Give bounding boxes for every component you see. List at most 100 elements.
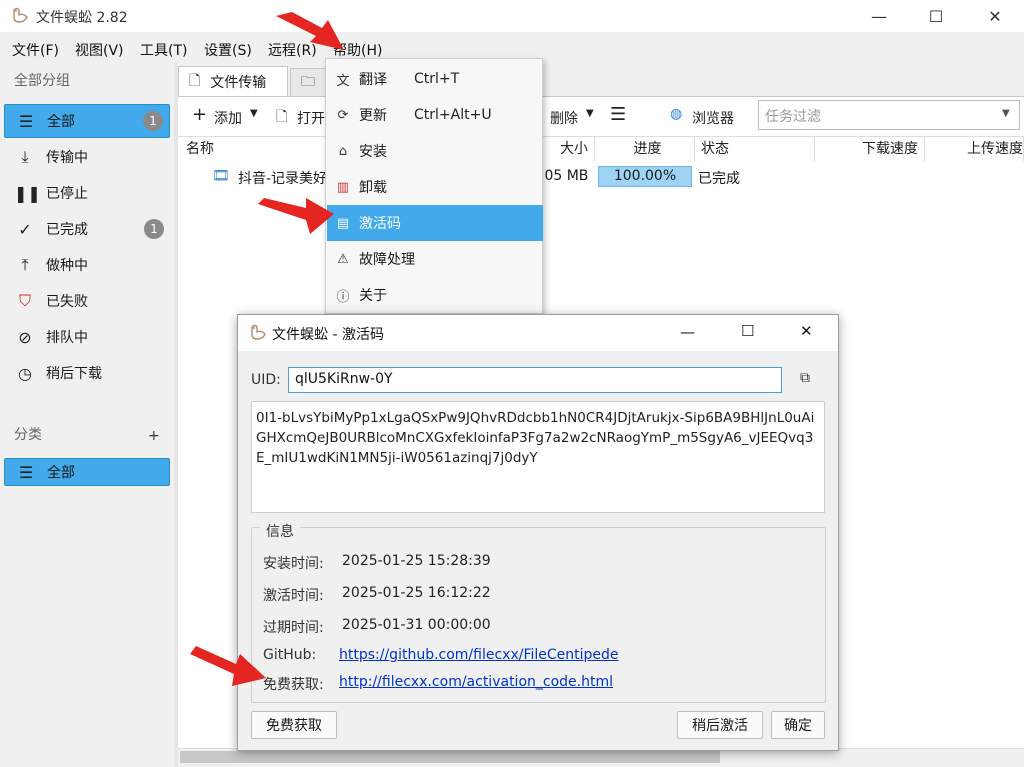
sidebar-item-label: 已停止 — [46, 186, 88, 202]
sidebar-item-stopped[interactable]: ❚❚ 已停止 — [4, 176, 170, 210]
delete-button[interactable]: 删除 — [550, 108, 578, 128]
row-size: .05 MB — [540, 168, 589, 184]
sidebar-item-completed[interactable]: ✓ 已完成 1 — [4, 212, 170, 246]
scrollbar-thumb[interactable] — [180, 751, 720, 763]
help-menu: 文 翻译 Ctrl+T ⟳ 更新 Ctrl+Alt+U ⌂ 安装 ▥ 卸载 ▤ … — [325, 58, 543, 314]
sidebar-item-label: 传输中 — [46, 150, 88, 166]
menu-view[interactable]: 视图(V) — [75, 40, 124, 60]
copy-icon[interactable]: ⧉ — [800, 370, 810, 386]
free-get-button[interactable]: 免费获取 — [251, 711, 337, 739]
tab-file-transfer[interactable]: 🗋 文件传输 — [178, 66, 288, 96]
globe-icon: ◍ — [670, 106, 683, 122]
alert-icon: ⚠ — [337, 251, 349, 267]
row-status: 已完成 — [698, 171, 740, 187]
download-icon: ⤓ — [21, 147, 29, 166]
maximize-button[interactable]: ☐ — [913, 0, 959, 32]
category-item-label: 全部 — [47, 465, 75, 481]
count-badge: 1 — [143, 111, 163, 131]
chevron-down-icon: ▼ — [586, 108, 594, 119]
expire-time-value: 2025-01-31 00:00:00 — [342, 617, 491, 633]
open-button[interactable]: 打开 — [297, 108, 325, 128]
minimize-button[interactable]: — — [856, 0, 902, 32]
home-icon: ⌂ — [338, 143, 348, 159]
activate-later-button[interactable]: 稍后激活 — [677, 711, 763, 739]
menu-item-update[interactable]: ⟳ 更新 Ctrl+Alt+U — [327, 97, 543, 133]
sidebar-item-all[interactable]: ☰ 全部 1 — [4, 104, 170, 138]
menu-item-label: 安装 — [359, 144, 387, 160]
uninstall-icon: ▥ — [336, 179, 350, 195]
menu-item-label: 卸载 — [359, 180, 387, 196]
menu-item-troubleshoot[interactable]: ⚠ 故障处理 — [327, 241, 543, 277]
sidebar-item-seeding[interactable]: ⤒ 做种中 — [4, 248, 170, 282]
app-logo-icon — [13, 7, 28, 23]
document-icon: ▤ — [336, 215, 350, 231]
menu-item-label: 激活码 — [359, 216, 401, 232]
clock-icon: ◷ — [18, 363, 32, 383]
tab-second[interactable]: 🗀 — [290, 68, 326, 96]
sidebar-item-label: 稍后下载 — [46, 366, 102, 382]
dialog-maximize-button[interactable]: ☐ — [741, 322, 754, 340]
menu-item-label: 更新 — [359, 108, 387, 124]
task-filter-input[interactable]: 任务过滤 — [758, 100, 1020, 130]
ok-button[interactable]: 确定 — [771, 711, 825, 739]
list-icon: ☰ — [18, 111, 34, 131]
groups-header: 全部分组 — [14, 73, 70, 89]
sidebar-item-label: 做种中 — [46, 258, 88, 274]
menu-item-about[interactable]: ⓘ 关于 — [327, 277, 543, 313]
info-icon: ⓘ — [336, 289, 350, 305]
menu-item-uninstall[interactable]: ▥ 卸载 — [327, 169, 543, 205]
sidebar-item-later[interactable]: ◷ 稍后下载 — [4, 356, 170, 390]
column-upload-speed[interactable]: 上传速度 — [925, 137, 1024, 161]
activation-code-textarea[interactable]: 0I1-bLvsYbiMyPp1xLgaQSxPw9JQhvRDdcbb1hN0… — [251, 401, 825, 513]
refresh-icon: ⟳ — [337, 107, 349, 123]
row-name: 抖音-记录美好 — [238, 171, 328, 187]
title-bar: 文件蜈蚣 2.82 — ☐ ✕ — [0, 0, 1024, 32]
menu-item-install[interactable]: ⌂ 安装 — [327, 133, 543, 169]
menu-item-shortcut: Ctrl+Alt+U — [414, 107, 492, 123]
github-link[interactable]: https://github.com/filecxx/FileCentipede — [339, 647, 619, 663]
menu-item-label: 翻译 — [359, 72, 387, 88]
dialog-title-bar: 文件蜈蚣 - 激活码 — ☐ ✕ — [238, 315, 838, 351]
sidebar-item-transferring[interactable]: ⤓ 传输中 — [4, 140, 170, 174]
open-file-icon: 🗋 — [276, 109, 288, 125]
uid-label: UID: — [251, 372, 281, 388]
menu-item-label: 关于 — [359, 288, 387, 304]
sidebar-item-label: 已失败 — [46, 294, 88, 310]
column-download-speed[interactable]: 下载速度 — [815, 137, 925, 161]
menu-remote[interactable]: 远程(R) — [268, 40, 317, 60]
plus-icon: + — [192, 104, 208, 125]
uid-field[interactable]: qlU5KiRnw-0Y — [288, 367, 782, 393]
activation-dialog: 文件蜈蚣 - 激活码 — ☐ ✕ UID: qlU5KiRnw-0Y ⧉ 0I1… — [237, 314, 839, 751]
menu-item-activation-code[interactable]: ▤ 激活码 — [327, 205, 543, 241]
add-category-button[interactable]: + — [148, 428, 160, 444]
window-title: 文件蜈蚣 2.82 — [36, 10, 128, 26]
activate-time-label: 激活时间: — [263, 588, 324, 604]
category-item-all[interactable]: ☰ 全部 — [4, 458, 170, 486]
pause-icon: ❚❚ — [14, 183, 41, 203]
github-label: GitHub: — [263, 647, 317, 663]
menu-icon[interactable]: ☰ — [610, 104, 626, 125]
column-status[interactable]: 状态 — [695, 137, 815, 161]
sidebar-item-failed[interactable]: ⛉ 已失败 — [4, 284, 170, 318]
dialog-minimize-button[interactable]: — — [680, 323, 695, 341]
category-header: 分类 — [14, 427, 42, 443]
install-time-label: 安装时间: — [263, 556, 324, 572]
close-button[interactable]: ✕ — [972, 0, 1018, 32]
sidebar-item-queued[interactable]: ⊘ 排队中 — [4, 320, 170, 354]
menu-file[interactable]: 文件(F) — [12, 40, 59, 60]
menu-item-translate[interactable]: 文 翻译 Ctrl+T — [327, 61, 543, 97]
chevron-down-icon: ▼ — [1002, 108, 1010, 119]
menu-help[interactable]: 帮助(H) — [333, 40, 382, 60]
column-size[interactable]: 大小 — [538, 137, 595, 161]
translate-icon: 文 — [336, 73, 350, 89]
dialog-close-button[interactable]: ✕ — [800, 322, 813, 340]
add-button[interactable]: 添加 — [214, 108, 242, 128]
menu-tools[interactable]: 工具(T) — [140, 40, 187, 60]
expire-time-label: 过期时间: — [263, 620, 324, 636]
upload-icon: ⤒ — [21, 255, 29, 274]
shield-error-icon: ⛉ — [18, 291, 31, 310]
browser-button[interactable]: 浏览器 — [692, 108, 734, 128]
menu-settings[interactable]: 设置(S) — [204, 40, 252, 60]
column-progress[interactable]: 进度 — [595, 137, 695, 161]
free-get-link[interactable]: http://filecxx.com/activation_code.html — [339, 674, 613, 690]
